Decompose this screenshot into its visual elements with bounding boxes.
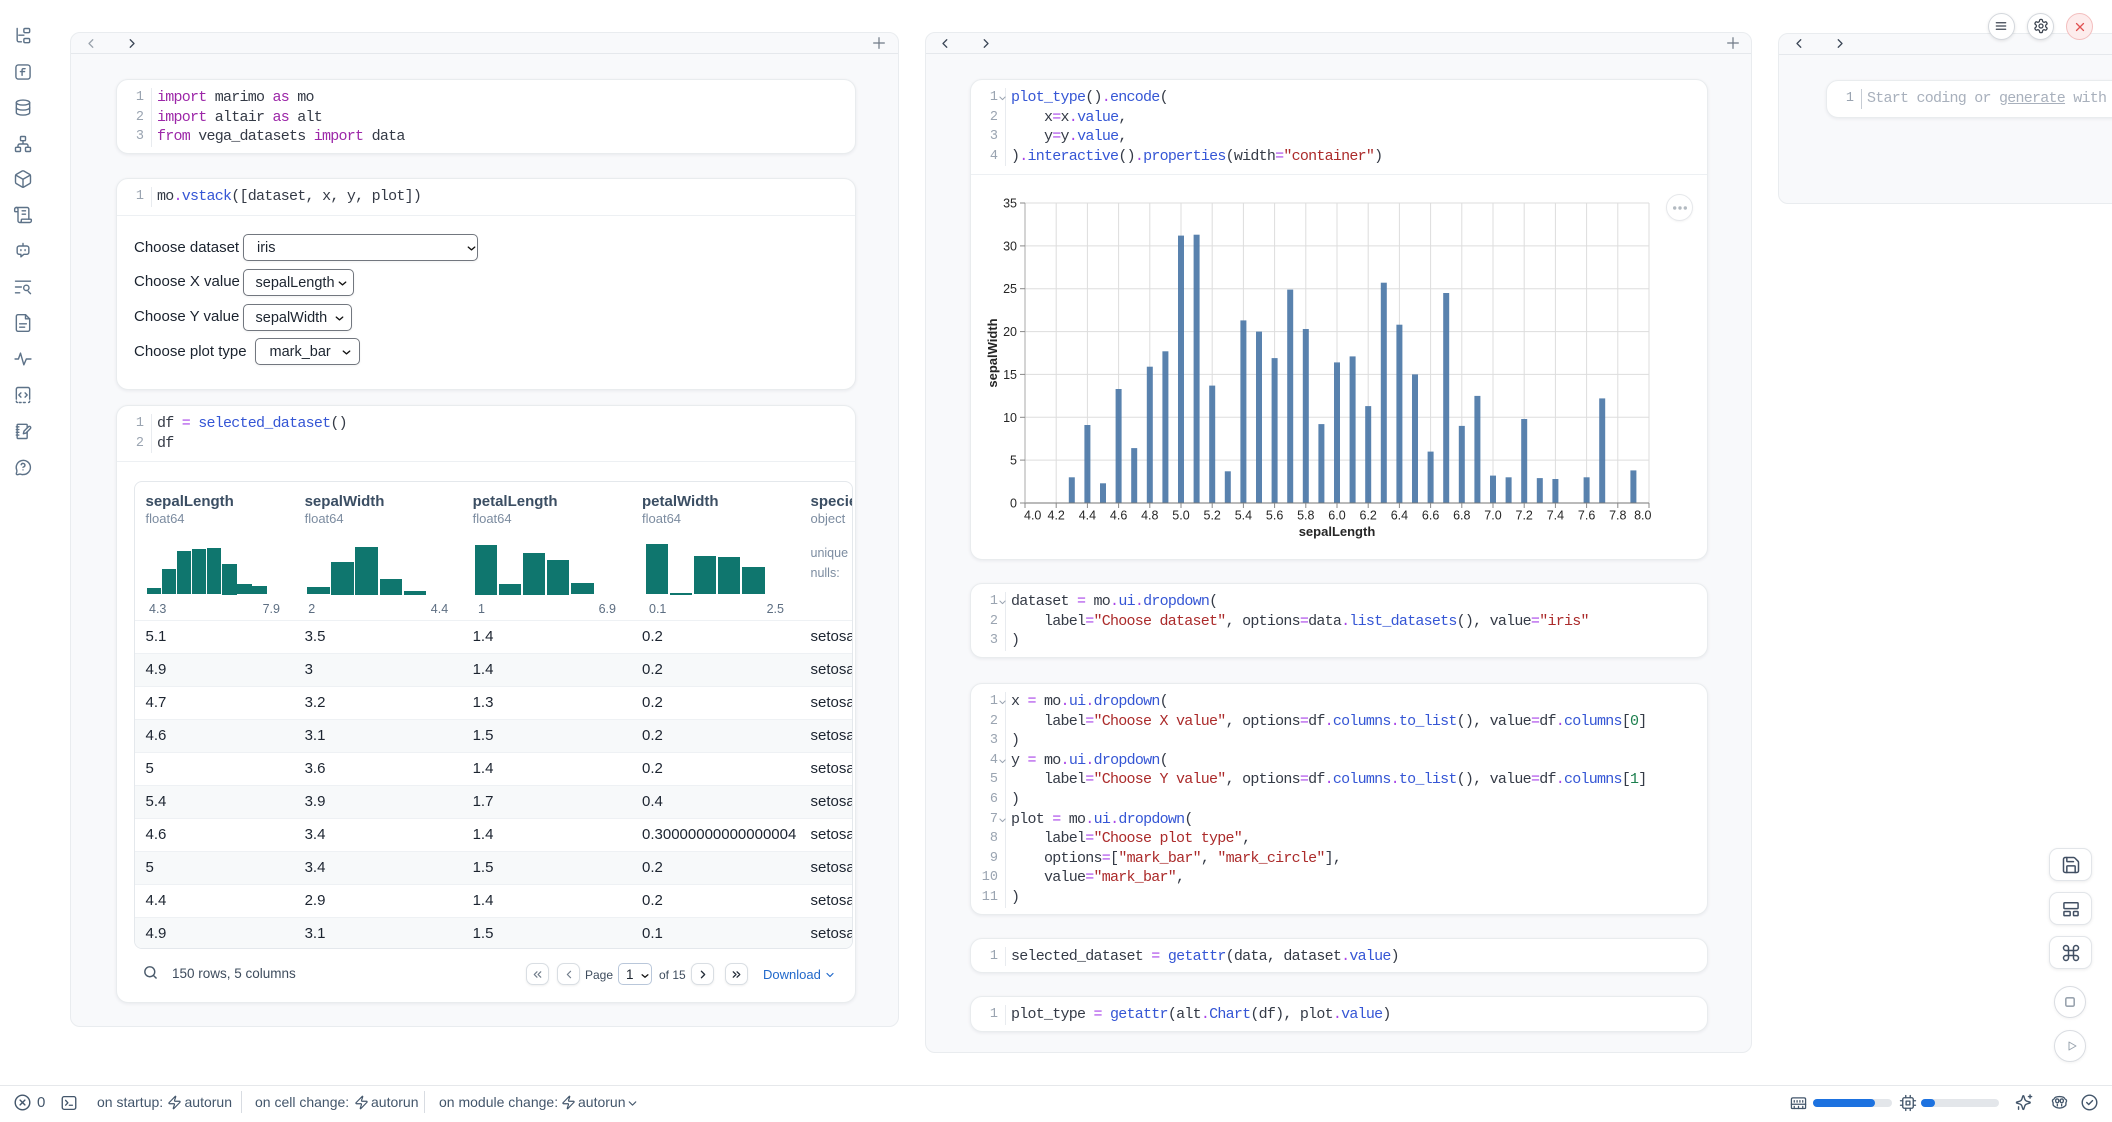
svg-text:15: 15	[1003, 368, 1017, 382]
svg-text:30: 30	[1003, 239, 1017, 253]
svg-text:7.0: 7.0	[1484, 509, 1501, 523]
svg-text:5.0: 5.0	[1172, 509, 1189, 523]
svg-text:8.0: 8.0	[1634, 509, 1651, 523]
svg-text:35: 35	[1003, 197, 1017, 211]
svg-text:7.8: 7.8	[1609, 509, 1626, 523]
svg-text:7.2: 7.2	[1516, 509, 1533, 523]
svg-text:6.2: 6.2	[1360, 509, 1377, 523]
svg-text:5.4: 5.4	[1235, 509, 1252, 523]
svg-text:4.4: 4.4	[1079, 509, 1096, 523]
svg-text:6.8: 6.8	[1453, 509, 1470, 523]
svg-text:4.6: 4.6	[1110, 509, 1127, 523]
svg-text:4.8: 4.8	[1141, 509, 1158, 523]
svg-text:5.6: 5.6	[1266, 509, 1283, 523]
svg-text:sepalWidth: sepalWidth	[985, 318, 1000, 387]
svg-text:6.0: 6.0	[1328, 509, 1345, 523]
svg-text:7.6: 7.6	[1578, 509, 1595, 523]
svg-text:6.4: 6.4	[1391, 509, 1408, 523]
svg-text:5.2: 5.2	[1204, 509, 1221, 523]
svg-text:sepalLength: sepalLength	[1299, 524, 1376, 539]
svg-text:6.6: 6.6	[1422, 509, 1439, 523]
svg-text:4.0: 4.0	[1024, 509, 1041, 523]
svg-text:25: 25	[1003, 282, 1017, 296]
svg-text:10: 10	[1003, 411, 1017, 425]
svg-text:4.2: 4.2	[1048, 509, 1065, 523]
svg-text:20: 20	[1003, 325, 1017, 339]
svg-text:0: 0	[1010, 497, 1017, 511]
svg-text:7.4: 7.4	[1547, 509, 1564, 523]
svg-text:5.8: 5.8	[1297, 509, 1314, 523]
svg-text:5: 5	[1010, 454, 1017, 468]
